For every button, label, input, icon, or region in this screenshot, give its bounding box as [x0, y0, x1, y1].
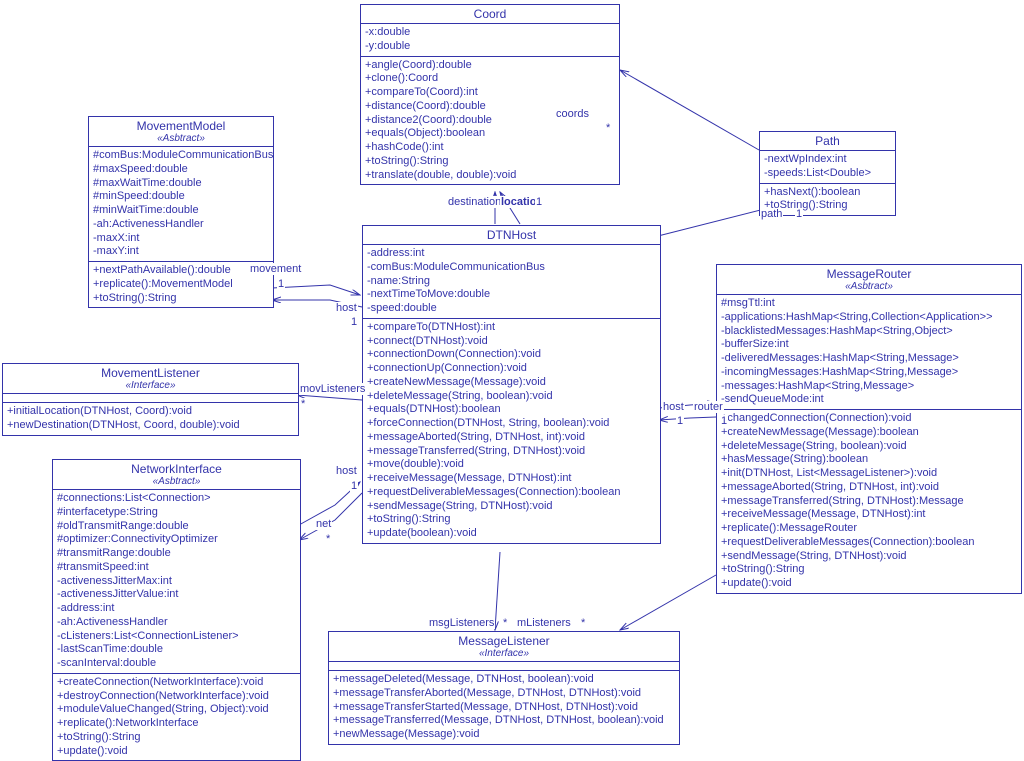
- class-coord[interactable]: Coord -x:double-y:double +angle(Coord):d…: [360, 4, 620, 185]
- class-messagerouter[interactable]: MessageRouter «Asbtract» #msgTtl:int-app…: [716, 264, 1022, 594]
- label-star: *: [502, 617, 508, 629]
- label-host: host: [662, 401, 685, 413]
- dtnhost-ops: +compareTo(DTNHost):int+connect(DTNHost)…: [363, 319, 660, 543]
- class-networkinterface[interactable]: NetworkInterface «Asbtract» #connections…: [52, 459, 301, 761]
- label-host: host: [335, 302, 358, 314]
- class-title: Path: [760, 132, 895, 151]
- class-title: MovementListener «Interface»: [3, 364, 298, 394]
- movementmodel-ops: +nextPathAvailable():double+replicate():…: [89, 262, 273, 307]
- label-path: path: [760, 208, 783, 220]
- coord-attrs: -x:double-y:double: [361, 24, 619, 57]
- label-star: *: [580, 617, 586, 629]
- networkinterface-attrs: #connections:List<Connection>#interfacet…: [53, 490, 300, 674]
- label-one: 1: [535, 196, 543, 208]
- messagerouter-ops: +changedConnection(Connection):void+crea…: [717, 410, 1021, 593]
- networkinterface-ops: +createConnection(NetworkInterface):void…: [53, 674, 300, 761]
- label-one: 1: [676, 415, 684, 427]
- dtnhost-attrs: -address:int-comBus:ModuleCommunicationB…: [363, 245, 660, 319]
- label-star: *: [325, 533, 331, 545]
- movementlistener-ops: +initialLocation(DTNHost, Coord):void+ne…: [3, 403, 298, 435]
- label-coords: coords: [555, 108, 590, 120]
- label-destination: destination: [447, 196, 502, 208]
- movementlistener-attrs: [3, 394, 298, 403]
- label-net: net: [315, 518, 332, 530]
- label-movement: movement: [249, 263, 302, 275]
- label-one: 1: [795, 208, 803, 220]
- label-msglisteners: msgListeners: [428, 617, 495, 629]
- label-one: 1: [720, 415, 728, 427]
- label-router: router: [693, 401, 724, 413]
- class-title: Coord: [361, 5, 619, 24]
- class-title: MovementModel «Asbtract»: [89, 117, 273, 147]
- path-attrs: -nextWpIndex:int-speeds:List<Double>: [760, 151, 895, 184]
- class-messagelistener[interactable]: MessageListener «Interface» +messageDele…: [328, 631, 680, 745]
- messagerouter-attrs: #msgTtl:int-applications:HashMap<String,…: [717, 295, 1021, 410]
- class-dtnhost[interactable]: DTNHost -address:int-comBus:ModuleCommun…: [362, 225, 661, 544]
- label-one: 1: [350, 480, 358, 492]
- label-star: *: [605, 122, 611, 134]
- label-movlisteners: movListeners: [299, 383, 366, 395]
- class-title: NetworkInterface «Asbtract»: [53, 460, 300, 490]
- label-star: *: [300, 398, 306, 410]
- label-mlisteners: mListeners: [516, 617, 572, 629]
- messagelistener-ops: +messageDeleted(Message, DTNHost, boolea…: [329, 671, 679, 744]
- class-title: MessageListener «Interface»: [329, 632, 679, 662]
- class-movementlistener[interactable]: MovementListener «Interface» +initialLoc…: [2, 363, 299, 436]
- class-title: MessageRouter «Asbtract»: [717, 265, 1021, 295]
- label-one: 1: [277, 278, 285, 290]
- class-path[interactable]: Path -nextWpIndex:int-speeds:List<Double…: [759, 131, 896, 216]
- messagelistener-attrs: [329, 662, 679, 671]
- label-one: 1: [350, 316, 358, 328]
- label-host: host: [335, 465, 358, 477]
- class-movementmodel[interactable]: MovementModel «Asbtract» #comBus:ModuleC…: [88, 116, 274, 308]
- class-title: DTNHost: [363, 226, 660, 245]
- movementmodel-attrs: #comBus:ModuleCommunicationBus#maxSpeed:…: [89, 147, 273, 262]
- coord-ops: +angle(Coord):double+clone():Coord+compa…: [361, 57, 619, 185]
